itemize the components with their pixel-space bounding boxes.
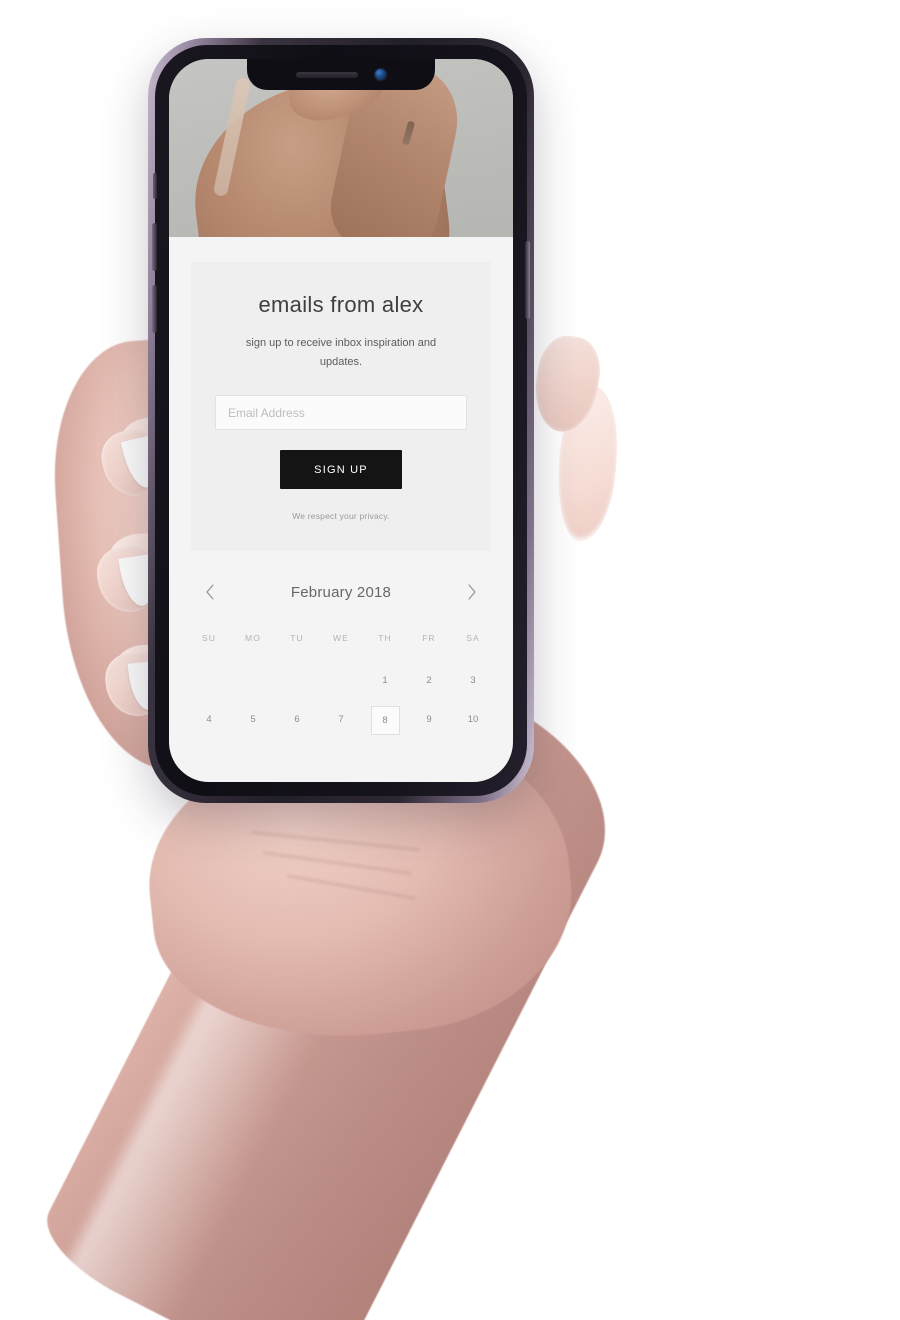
weekday-label: TU <box>290 633 304 644</box>
page-content: emails from alex sign up to receive inbo… <box>169 262 513 736</box>
power-button[interactable] <box>525 241 530 319</box>
calendar-day <box>187 667 231 694</box>
page-title: emails from alex <box>258 292 424 317</box>
calendar-month-title: February 2018 <box>290 583 392 601</box>
palm-crease <box>286 874 416 900</box>
weekday-label: TH <box>378 633 392 644</box>
phone-screen: emails from alex sign up to receive inbo… <box>169 59 513 782</box>
calendar-day[interactable]: 10 <box>451 706 495 733</box>
calendar: February 2018 SU MO TU WE TH FR SA 1 2 3… <box>187 581 495 736</box>
calendar-day[interactable]: 7 <box>319 706 363 733</box>
screenshot-stage: emails from alex sign up to receive inbo… <box>0 0 900 1320</box>
volume-up-button[interactable] <box>152 223 157 271</box>
palm-crease <box>250 831 420 851</box>
calendar-week-row: 1 2 3 <box>187 667 495 694</box>
weekday-label: FR <box>422 633 436 644</box>
earpiece-speaker-icon <box>296 71 358 78</box>
chevron-left-icon[interactable] <box>199 581 221 603</box>
notch <box>247 59 435 90</box>
mute-switch-button[interactable] <box>153 173 157 199</box>
front-camera-icon <box>375 69 386 80</box>
calendar-day[interactable]: 4 <box>187 706 231 733</box>
volume-down-button[interactable] <box>152 285 157 333</box>
calendar-week-row: 4 5 6 7 8 9 10 <box>187 706 495 736</box>
calendar-day <box>275 667 319 694</box>
calendar-day[interactable]: 2 <box>407 667 451 694</box>
sign-up-button[interactable]: SIGN UP <box>280 450 402 490</box>
calendar-weekday-header: SU MO TU WE TH FR SA <box>187 633 495 643</box>
calendar-day[interactable]: 1 <box>363 667 407 694</box>
signup-card: emails from alex sign up to receive inbo… <box>191 262 491 552</box>
weekday-label: SU <box>201 633 216 644</box>
phone-body: emails from alex sign up to receive inbo… <box>152 45 530 796</box>
calendar-day-selected[interactable]: 8 <box>370 706 400 736</box>
signup-subtitle: sign up to receive inbox inspiration and… <box>245 337 437 368</box>
calendar-header: February 2018 <box>187 581 495 603</box>
palm-crease <box>262 851 412 875</box>
weekday-label: WE <box>333 633 349 644</box>
privacy-note: We respect your privacy. <box>292 511 390 522</box>
calendar-day[interactable]: 3 <box>451 667 495 694</box>
thumbnail <box>528 331 606 437</box>
phone-device: emails from alex sign up to receive inbo… <box>148 38 534 803</box>
calendar-day[interactable]: 9 <box>407 706 451 733</box>
weekday-label: MO <box>245 633 261 644</box>
chevron-right-icon[interactable] <box>461 581 483 603</box>
calendar-day[interactable]: 5 <box>231 706 275 733</box>
email-field[interactable] <box>215 395 467 431</box>
calendar-day <box>231 667 275 694</box>
calendar-day <box>319 667 363 694</box>
calendar-day[interactable]: 6 <box>275 706 319 733</box>
weekday-label: SA <box>466 633 480 644</box>
